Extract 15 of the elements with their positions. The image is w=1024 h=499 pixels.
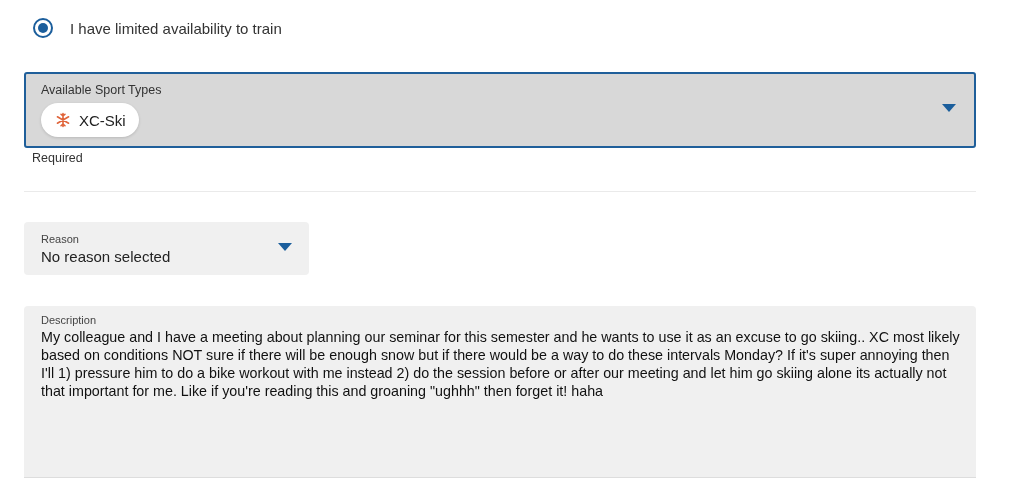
field-value: No reason selected xyxy=(41,247,172,265)
field-label: Available Sport Types xyxy=(41,83,163,97)
field-label: Description xyxy=(41,314,98,326)
radio-button[interactable] xyxy=(33,18,53,38)
description-text: My colleague and I have a meeting about planning our seminar for this semester and he wants to use it as an excuse to go skiing.. XC most likely based on conditions NOT sure if there will be enough snow but if there would be a way to do these intervals Monday? If it's super annoying then I'll 1) pressure him to do a bike workout with me instead 2) do the session before or after our meeting and let him go skiing alone its actually not that important for me. Like if you're reading this and groaning "ughhh" then forget it! haha xyxy=(41,328,961,400)
sport-types-select[interactable]: Available Sport Types XC-Ski xyxy=(24,72,976,148)
description-field[interactable] xyxy=(24,306,976,478)
reason-select[interactable]: Reason No reason selected xyxy=(24,222,309,275)
snowflake-icon xyxy=(55,112,71,128)
caret-icon xyxy=(942,104,956,112)
radio-label: I have limited availability to train xyxy=(70,19,282,37)
helper-text: Required xyxy=(31,151,84,165)
field-label: Reason xyxy=(41,232,80,245)
caret-icon xyxy=(278,242,292,251)
sport-chip[interactable]: XC-Ski xyxy=(41,103,139,137)
